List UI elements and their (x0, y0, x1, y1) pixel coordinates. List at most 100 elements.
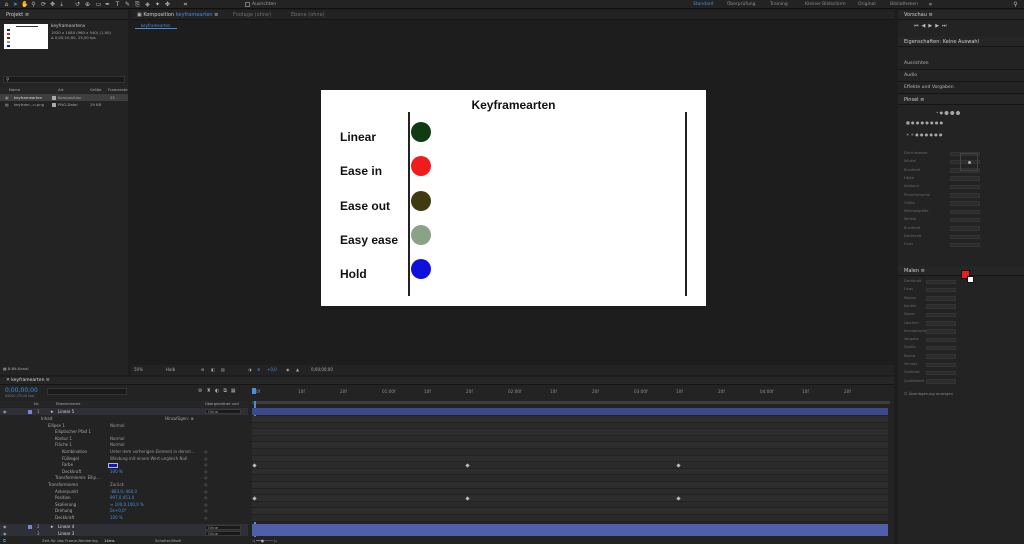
property-row[interactable]: Skalierung ∞ 100,0,100,0 % ◎ (0, 502, 248, 509)
panel-field-input[interactable] (926, 287, 956, 293)
visibility-eye-icon[interactable]: ◉ (3, 524, 7, 531)
keyframe-marker[interactable] (676, 463, 681, 468)
keyframe-marker[interactable] (252, 496, 257, 501)
property-value[interactable]: 997,0,451,0 (110, 495, 134, 502)
workspace-standard[interactable]: Standard (693, 2, 713, 7)
property-lane[interactable] (252, 495, 888, 502)
panel-field-input[interactable] (950, 242, 980, 248)
visibility-eye-icon[interactable]: ◉ (3, 531, 7, 536)
property-row[interactable]: Füllregel Windung mit einem Wert ungleich… (0, 456, 248, 463)
layer-row-3[interactable]: ◉ 3 Linear 3 Ohne (0, 531, 248, 536)
keyframe-ball[interactable] (411, 191, 431, 211)
workspace-libraries[interactable]: Bibliotheken (890, 2, 918, 7)
panel-field-input[interactable] (926, 345, 956, 351)
expression-icon[interactable]: ◎ (204, 508, 208, 515)
mask-icon[interactable]: ◧ (211, 365, 215, 375)
channel-icon[interactable]: ▲ (296, 365, 299, 375)
expression-icon[interactable]: ◎ (204, 449, 208, 456)
section-align[interactable]: Ausrichten (898, 58, 1024, 70)
layer-2-bar[interactable] (252, 524, 888, 531)
workspace-small-screen[interactable]: Kleiner Bildschirm (805, 2, 846, 7)
comp-subtab[interactable]: keyframearten (135, 22, 177, 29)
timeline-tab[interactable]: ✕ keyframearten ≡ (0, 377, 894, 385)
panel-field-input[interactable] (950, 193, 980, 198)
roto-tool-icon[interactable]: ✦ (154, 1, 161, 8)
property-row[interactable]: Deckkraft 100 % ◎ (0, 515, 248, 522)
brush-tool-icon[interactable]: ✎ (124, 1, 131, 8)
property-value[interactable]: Windung mit einem Wert ungleich Null (110, 456, 187, 463)
zoom-slider[interactable]: ◁ ━━●──── ▷ (252, 537, 277, 544)
property-lane[interactable] (252, 455, 888, 463)
clone-tool-icon[interactable]: ⎘ (134, 1, 141, 8)
keyframe-marker[interactable] (676, 496, 681, 501)
panel-field-input[interactable] (950, 176, 980, 181)
property-row[interactable]: Inhalt Hinzufügen: ⊕ (0, 416, 248, 423)
zoom-tool-icon[interactable]: ⚲ (30, 1, 37, 8)
switches-modes-toggle[interactable]: Schalter/Modi (155, 537, 181, 544)
property-row[interactable]: Fläche 1 Normal (0, 442, 248, 449)
panel-field-input[interactable] (926, 304, 956, 309)
property-row[interactable]: Kombination Unter dem vorherigen Element … (0, 449, 248, 456)
offset-value[interactable]: +0,0 (267, 365, 277, 375)
keyframe-marker[interactable] (465, 496, 470, 501)
exposure-icon[interactable]: ✲ (257, 365, 260, 375)
pan-tool-icon[interactable]: ✥ (49, 1, 56, 8)
panel-field-input[interactable] (926, 312, 956, 318)
search-help-icon[interactable]: ⚲ (1012, 1, 1019, 8)
property-lane[interactable] (252, 515, 888, 522)
section-audio[interactable]: Audio (898, 70, 1024, 82)
panel-field-input[interactable] (950, 209, 980, 215)
selection-tool-icon[interactable]: ➤ (12, 1, 19, 8)
expression-icon[interactable]: ◎ (204, 462, 208, 469)
background-color-swatch[interactable] (967, 276, 974, 283)
expression-icon[interactable]: ◎ (204, 502, 208, 509)
playhead-handle[interactable] (252, 388, 256, 394)
comp-canvas[interactable]: Keyframearten Linear Ease in Ease out Easy … (321, 90, 706, 306)
expression-icon[interactable]: ◎ (204, 469, 208, 476)
expression-icon[interactable]: ◎ (204, 495, 208, 502)
property-row[interactable]: Farbe ◎ (0, 462, 248, 469)
property-value[interactable]: Zurück (110, 482, 124, 489)
layer-3-bar[interactable] (252, 531, 888, 536)
property-lane[interactable] (252, 435, 888, 443)
panel-field-input[interactable] (926, 354, 956, 359)
layer-row-1[interactable]: ◉ 1 ★ Linear 5 Ohne (0, 408, 248, 415)
zoom-select[interactable]: 50% (134, 365, 143, 375)
keyframe-ball[interactable] (411, 225, 431, 245)
home-icon[interactable]: ⌂ (3, 1, 10, 8)
workspace-training[interactable]: Training (770, 2, 788, 7)
project-item-comp[interactable]: ▣ keyframearten Komposition 25 (0, 94, 128, 101)
timeline-search-input[interactable] (47, 388, 127, 395)
puppet-tool-icon[interactable]: ✤ (164, 1, 171, 8)
property-lane[interactable] (252, 462, 888, 469)
pen-tool-icon[interactable]: ✒ (104, 1, 111, 8)
expression-icon[interactable]: ◎ (204, 482, 208, 489)
panel-field-input[interactable] (926, 370, 956, 376)
snapshot-icon[interactable]: ◉ (286, 365, 290, 375)
preview-playback-controls[interactable]: ⏮◀▶▶⏭ (914, 23, 950, 29)
keyframe-marker[interactable] (252, 463, 257, 468)
grid-icon[interactable]: ⊞ (201, 365, 204, 375)
layer-1-bar[interactable] (252, 408, 888, 415)
property-value[interactable]: 0x+0,0° (110, 508, 127, 515)
layer-1-parent-select[interactable]: Ohne (205, 409, 241, 414)
property-value[interactable]: 100 % (110, 469, 123, 476)
property-value[interactable]: Unter dem vorherigen Element in dersel..… (110, 449, 194, 456)
property-lane[interactable] (252, 501, 888, 509)
color-icon[interactable]: ◑ (248, 365, 252, 375)
property-value[interactable]: Normal (110, 442, 124, 449)
expression-icon[interactable]: ◎ (204, 489, 208, 496)
render-icon[interactable]: ⧉ (3, 537, 6, 544)
hand-tool-icon[interactable]: ✋ (21, 1, 28, 8)
panel-field-input[interactable] (926, 379, 956, 384)
property-row[interactable]: Deckkraft 100 % ◎ (0, 469, 248, 476)
anchor-tool-icon[interactable]: ⊕ (84, 1, 91, 8)
layer-3-parent-select[interactable]: Ohne (205, 531, 241, 536)
panel-field-input[interactable] (926, 321, 956, 326)
timeline-switches-icons[interactable]: ⚙♜◐⧉▦ (198, 388, 240, 394)
property-row[interactable]: Ankerpunkt -883,0,-460,0 ◎ (0, 489, 248, 496)
workspace-review[interactable]: Überprüfung (727, 2, 755, 7)
expression-icon[interactable]: ◎ (204, 456, 208, 463)
property-value[interactable]: 100 % (110, 515, 123, 522)
property-lane[interactable] (252, 442, 888, 449)
